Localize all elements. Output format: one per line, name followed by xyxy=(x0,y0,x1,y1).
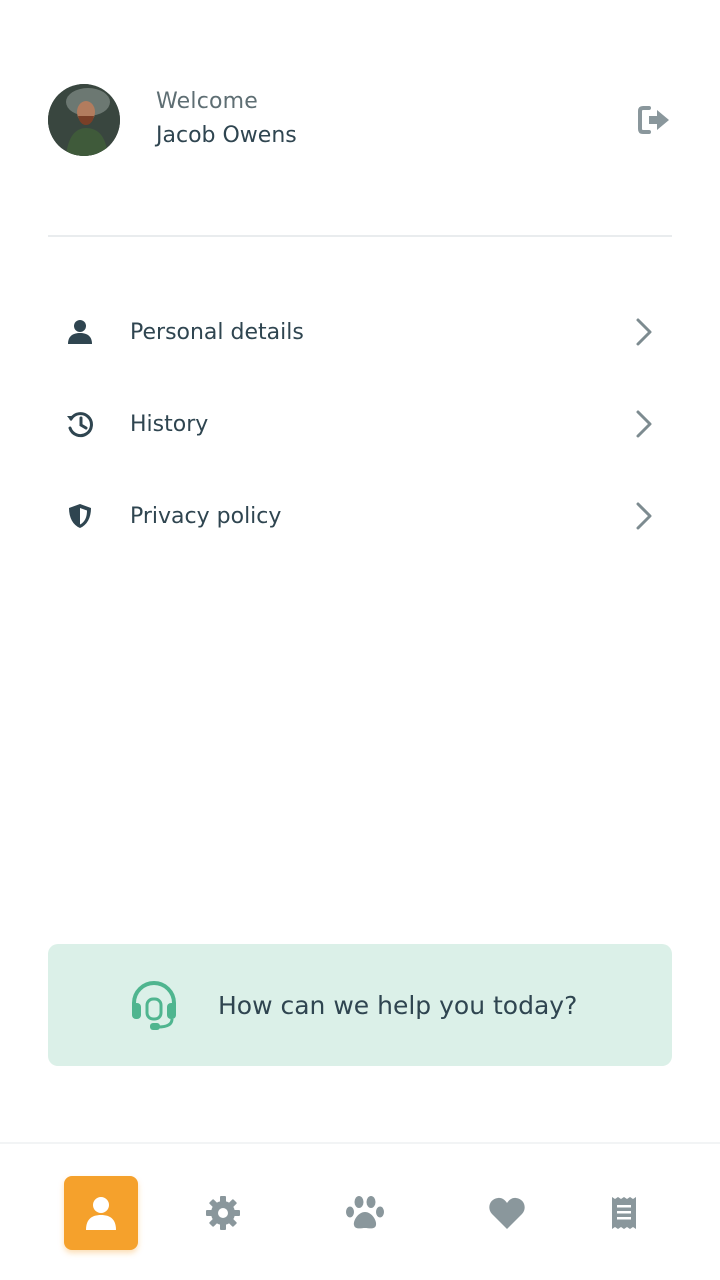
chevron-right-icon xyxy=(624,404,664,444)
paw-icon xyxy=(346,1196,384,1229)
nav-pets-button[interactable] xyxy=(328,1176,402,1250)
heart-icon xyxy=(489,1197,525,1229)
shield-icon xyxy=(48,496,112,536)
menu-item-personal-details[interactable]: Personal details xyxy=(48,296,672,368)
header-divider xyxy=(48,235,672,237)
menu-item-label: History xyxy=(130,411,209,437)
headset-icon xyxy=(128,979,180,1031)
receipt-icon xyxy=(612,1197,636,1229)
gear-icon xyxy=(206,1196,240,1230)
person-icon xyxy=(48,312,112,352)
nav-receipts-button[interactable] xyxy=(587,1176,661,1250)
nav-settings-button[interactable] xyxy=(186,1176,260,1250)
bottom-nav xyxy=(0,1142,720,1280)
profile-screen: Welcome Jacob Owens Personal details His… xyxy=(0,0,720,1280)
logout-button[interactable] xyxy=(634,102,674,138)
menu-item-label: Privacy policy xyxy=(130,503,282,529)
menu-item-history[interactable]: History xyxy=(48,388,672,460)
menu-item-label: Personal details xyxy=(130,319,304,345)
person-icon xyxy=(86,1197,116,1230)
welcome-label: Welcome xyxy=(156,89,259,114)
history-icon xyxy=(48,404,112,444)
nav-profile-button[interactable] xyxy=(64,1176,138,1250)
logout-icon xyxy=(638,106,669,134)
nav-favorites-button[interactable] xyxy=(470,1176,544,1250)
avatar-photo xyxy=(48,84,120,156)
menu-item-privacy-policy[interactable]: Privacy policy xyxy=(48,480,672,552)
help-text: How can we help you today? xyxy=(218,990,578,1020)
help-banner[interactable]: How can we help you today? xyxy=(48,944,672,1066)
avatar[interactable] xyxy=(48,84,120,156)
chevron-right-icon xyxy=(624,496,664,536)
user-name: Jacob Owens xyxy=(156,123,297,148)
chevron-right-icon xyxy=(624,312,664,352)
